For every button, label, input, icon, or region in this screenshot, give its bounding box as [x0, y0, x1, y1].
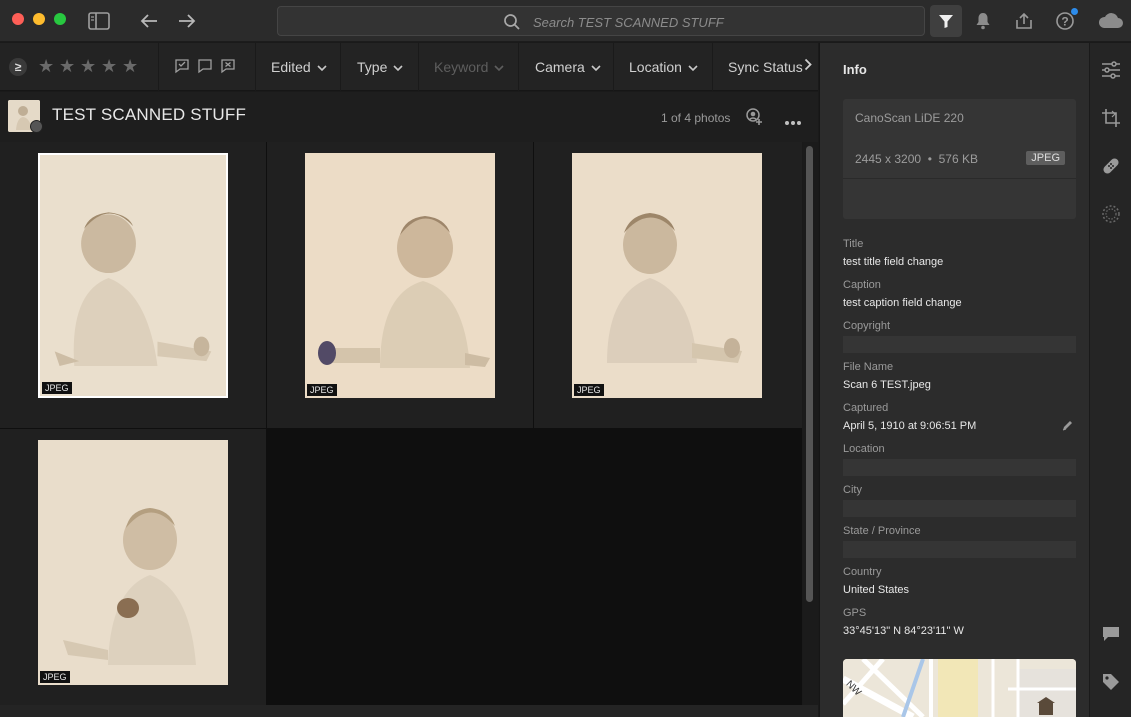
state-label: State / Province — [843, 525, 921, 537]
add-person-icon[interactable] — [745, 108, 763, 131]
star-5-icon[interactable]: ★ — [122, 56, 138, 77]
photo-grid: JPEG JPEG JPEG JPEG — [0, 142, 802, 705]
title-field[interactable]: test title field change — [843, 256, 943, 268]
photo-thumbnail[interactable]: JPEG — [38, 153, 228, 398]
flag-unflagged-icon[interactable] — [198, 59, 212, 79]
file-type-tag: JPEG — [1026, 151, 1065, 165]
star-1-icon[interactable]: ★ — [38, 56, 54, 77]
photo-thumbnail[interactable]: JPEG — [305, 153, 495, 398]
grid-scrollbar[interactable] — [803, 142, 818, 705]
close-window-button[interactable] — [12, 13, 24, 25]
copyright-field[interactable] — [843, 336, 1076, 353]
copyright-label: Copyright — [843, 320, 891, 332]
notification-dot — [1071, 8, 1078, 15]
right-tool-rail — [1090, 43, 1131, 717]
captured-label: Captured — [843, 402, 889, 414]
filter-edited[interactable]: Edited — [271, 59, 327, 75]
search-placeholder: Search TEST SCANNED STUFF — [533, 15, 724, 30]
edit-sliders-icon[interactable] — [1100, 59, 1122, 81]
title-label: Title — [843, 238, 864, 250]
file-type-badge: JPEG — [40, 671, 70, 683]
crop-icon[interactable] — [1100, 107, 1122, 129]
filter-bar: ≥ ★ ★ ★ ★ ★ Edited Type Keyword Camera L… — [0, 43, 818, 91]
search-icon — [503, 13, 521, 36]
info-panel: Info CanoScan LiDE 220 2445 x 3200 • 576… — [819, 43, 1089, 717]
image-dimensions-size: 2445 x 3200 • 576 KB — [855, 152, 978, 166]
filter-keyword: Keyword — [434, 59, 505, 75]
location-label: Location — [843, 443, 885, 455]
zoom-window-button[interactable] — [54, 13, 66, 25]
filter-camera[interactable]: Camera — [535, 59, 601, 75]
chevron-right-icon[interactable] — [804, 58, 812, 74]
pencil-icon[interactable] — [1061, 419, 1074, 437]
grid-scrollbar-thumb[interactable] — [806, 146, 813, 602]
country-field[interactable]: United States — [843, 584, 909, 596]
grid-cell: JPEG — [534, 142, 802, 428]
gps-coordinates: 33°45'13" N 84°23'11" W — [843, 625, 964, 637]
healing-bandage-icon[interactable] — [1100, 155, 1122, 177]
sidebar-toggle-icon[interactable] — [86, 8, 112, 34]
photo-thumbnail[interactable]: JPEG — [572, 153, 762, 398]
location-map[interactable]: NW — [843, 659, 1076, 717]
city-label: City — [843, 484, 862, 496]
file-type-badge: JPEG — [574, 384, 604, 396]
file-type-badge: JPEG — [42, 382, 72, 394]
photo-count: 1 of 4 photos — [661, 111, 731, 125]
flag-picked-icon[interactable] — [175, 59, 189, 79]
star-3-icon[interactable]: ★ — [80, 56, 96, 77]
star-2-icon[interactable]: ★ — [59, 56, 75, 77]
bell-icon[interactable] — [970, 8, 996, 34]
camera-model: CanoScan LiDE 220 — [855, 111, 964, 125]
share-icon[interactable] — [1011, 8, 1037, 34]
filename-field[interactable]: Scan 6 TEST.jpeg — [843, 379, 931, 391]
grid-cell: JPEG — [0, 142, 266, 428]
file-summary-card: CanoScan LiDE 220 2445 x 3200 • 576 KB J… — [843, 99, 1076, 219]
more-options-icon[interactable] — [784, 113, 802, 131]
rating-operator-button[interactable]: ≥ — [9, 58, 27, 76]
minimize-window-button[interactable] — [33, 13, 45, 25]
photo-thumbnail[interactable]: JPEG — [38, 440, 228, 685]
filter-type[interactable]: Type — [357, 59, 403, 75]
album-sync-badge-icon — [30, 120, 43, 133]
filter-location[interactable]: Location — [629, 59, 698, 75]
masking-icon[interactable] — [1100, 203, 1122, 225]
caption-field[interactable]: test caption field change — [843, 297, 962, 309]
album-title: TEST SCANNED STUFF — [52, 105, 247, 124]
info-heading: Info — [843, 62, 867, 77]
grid-cell: JPEG — [267, 142, 533, 428]
flag-rejected-icon[interactable] — [221, 59, 235, 79]
forward-arrow-icon[interactable] — [174, 8, 200, 34]
caption-label: Caption — [843, 279, 881, 291]
cloud-icon[interactable] — [1097, 8, 1125, 34]
filter-sync-status[interactable]: Sync Status — [728, 59, 803, 75]
filename-label: File Name — [843, 361, 894, 373]
gps-label: GPS — [843, 607, 867, 619]
star-4-icon[interactable]: ★ — [101, 56, 117, 77]
comment-icon[interactable] — [1100, 623, 1122, 645]
grid-cell: JPEG — [0, 429, 266, 705]
city-field[interactable] — [843, 500, 1076, 517]
filter-icon[interactable] — [930, 5, 962, 37]
location-field[interactable] — [843, 459, 1076, 476]
album-header: TEST SCANNED STUFF 1 of 4 photos — [0, 92, 818, 142]
back-arrow-icon[interactable] — [136, 8, 162, 34]
search-input[interactable]: Search TEST SCANNED STUFF — [277, 6, 925, 36]
title-bar: Search TEST SCANNED STUFF ? — [0, 0, 1131, 42]
country-label: Country — [843, 566, 882, 578]
svg-text:?: ? — [1061, 15, 1068, 29]
bottom-toolbar — [0, 705, 818, 717]
state-field[interactable] — [843, 541, 1076, 558]
file-type-badge: JPEG — [307, 384, 337, 396]
captured-date: April 5, 1910 at 9:06:51 PM — [843, 420, 977, 432]
tag-icon[interactable] — [1100, 671, 1122, 693]
